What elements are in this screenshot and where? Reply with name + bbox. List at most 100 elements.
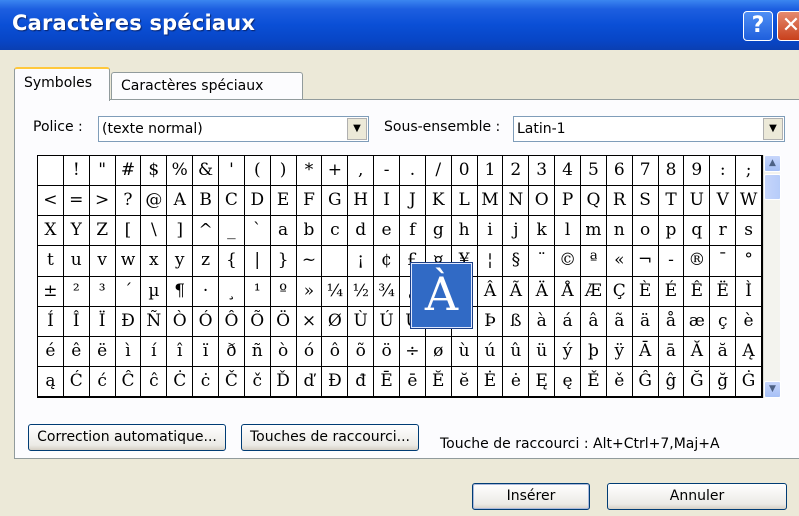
char-cell[interactable]: ý	[555, 336, 581, 367]
char-cell[interactable]: Ò	[167, 306, 194, 337]
insert-button[interactable]: Insérer	[472, 483, 590, 510]
char-cell[interactable]: Ĉ	[115, 366, 142, 397]
char-cell[interactable]: í	[141, 336, 168, 367]
char-cell[interactable]: *	[296, 156, 323, 187]
char-cell[interactable]: ¬	[632, 246, 659, 277]
char-cell[interactable]: ¶	[167, 276, 194, 307]
char-cell[interactable]: r	[710, 216, 737, 247]
char-cell[interactable]: Ù	[348, 306, 375, 337]
char-cell[interactable]: é	[38, 336, 64, 367]
char-cell[interactable]: n	[606, 216, 633, 247]
char-cell[interactable]: R	[606, 186, 633, 217]
char-cell[interactable]: 0	[451, 156, 478, 187]
char-cell[interactable]: Ċ	[167, 366, 194, 397]
char-cell[interactable]: ²	[63, 276, 90, 307]
char-cell[interactable]: ö	[374, 336, 400, 367]
char-cell[interactable]: ¢	[374, 246, 400, 277]
scroll-thumb[interactable]	[764, 174, 781, 200]
char-cell[interactable]: a	[270, 216, 297, 247]
char-cell[interactable]: +	[322, 156, 349, 187]
char-cell[interactable]: ĉ	[141, 366, 168, 397]
chevron-down-icon[interactable]: ▼	[763, 118, 783, 140]
char-cell[interactable]: õ	[348, 336, 375, 367]
char-cell[interactable]: ó	[296, 336, 323, 367]
char-cell[interactable]: Î	[63, 306, 90, 337]
char-cell[interactable]: ¸	[219, 276, 245, 307]
char-cell[interactable]: 1	[477, 156, 504, 187]
char-cell[interactable]: Ê	[684, 276, 711, 307]
char-cell[interactable]: ³	[89, 276, 116, 307]
char-cell[interactable]: ă	[710, 336, 737, 367]
char-cell[interactable]: 8	[658, 156, 685, 187]
char-cell[interactable]: W	[736, 186, 762, 217]
char-cell[interactable]: Å	[555, 276, 581, 307]
char-cell[interactable]: å	[658, 306, 685, 337]
char-cell[interactable]: P	[555, 186, 581, 217]
char-cell[interactable]: 3	[529, 156, 556, 187]
char-cell[interactable]: Ą	[736, 336, 762, 367]
char-cell[interactable]: È	[632, 276, 659, 307]
char-cell[interactable]: ā	[658, 336, 685, 367]
char-cell[interactable]: î	[167, 336, 194, 367]
char-cell[interactable]: è	[736, 306, 762, 337]
char-cell[interactable]: t	[38, 246, 64, 277]
char-cell[interactable]: ?	[115, 186, 142, 217]
char-cell[interactable]: c	[322, 216, 349, 247]
char-cell[interactable]: Â	[477, 276, 504, 307]
char-cell[interactable]: ē	[400, 366, 426, 397]
char-cell[interactable]: Õ	[244, 306, 271, 337]
char-cell[interactable]: ä	[632, 306, 659, 337]
char-cell[interactable]: `	[244, 216, 271, 247]
char-cell[interactable]: ú	[477, 336, 504, 367]
char-cell[interactable]: B	[193, 186, 219, 217]
char-cell[interactable]: Ĕ	[425, 366, 452, 397]
char-cell[interactable]: &	[193, 156, 219, 187]
char-cell[interactable]: Ě	[581, 366, 607, 397]
char-cell[interactable]: ¡	[348, 246, 375, 277]
char-cell[interactable]	[322, 246, 349, 277]
char-cell[interactable]: ğ	[710, 366, 737, 397]
char-cell[interactable]: ė	[503, 366, 530, 397]
char-cell[interactable]: 9	[684, 156, 711, 187]
tab-caracteres-speciaux[interactable]: Caractères spéciaux	[111, 72, 303, 100]
char-cell[interactable]: ù	[451, 336, 478, 367]
char-cell[interactable]: É	[658, 276, 685, 307]
char-cell[interactable]: Ę	[529, 366, 556, 397]
char-cell[interactable]: 5	[581, 156, 607, 187]
char-cell[interactable]: đ	[348, 366, 375, 397]
char-cell[interactable]: !	[63, 156, 90, 187]
char-cell[interactable]: .	[400, 156, 426, 187]
char-cell[interactable]: Ø	[322, 306, 349, 337]
char-cell[interactable]: %	[167, 156, 194, 187]
char-cell[interactable]: @	[141, 186, 168, 217]
char-cell[interactable]: 6	[606, 156, 633, 187]
char-cell[interactable]: Ġ	[736, 366, 762, 397]
char-cell[interactable]: ĝ	[658, 366, 685, 397]
char-cell[interactable]: Ð	[115, 306, 142, 337]
char-cell[interactable]: Ú	[374, 306, 400, 337]
shortcut-keys-button[interactable]: Touches de raccourci...	[241, 424, 419, 451]
char-cell[interactable]: º	[270, 276, 297, 307]
char-cell[interactable]: z	[193, 246, 219, 277]
char-cell[interactable]: X	[38, 216, 64, 247]
char-cell[interactable]: }	[270, 246, 297, 277]
char-cell[interactable]: /	[425, 156, 452, 187]
char-cell[interactable]: Ï	[89, 306, 116, 337]
char-cell[interactable]: ã	[606, 306, 633, 337]
char-cell[interactable]: ß	[503, 306, 530, 337]
char-cell[interactable]: Q	[581, 186, 607, 217]
char-cell[interactable]: á	[555, 306, 581, 337]
char-cell[interactable]: i	[477, 216, 504, 247]
char-cell[interactable]: Ā	[632, 336, 659, 367]
char-cell[interactable]: ·	[193, 276, 219, 307]
char-cell[interactable]: Í	[38, 306, 64, 337]
char-cell[interactable]: N	[503, 186, 530, 217]
char-cell[interactable]: D	[244, 186, 271, 217]
char-cell[interactable]: Ä	[529, 276, 556, 307]
scroll-down-icon[interactable]: ▼	[764, 381, 781, 398]
char-cell[interactable]: â	[581, 306, 607, 337]
char-cell[interactable]: U	[684, 186, 711, 217]
char-cell[interactable]: ċ	[193, 366, 219, 397]
chevron-down-icon[interactable]: ▼	[347, 118, 367, 140]
char-cell[interactable]	[38, 156, 64, 187]
